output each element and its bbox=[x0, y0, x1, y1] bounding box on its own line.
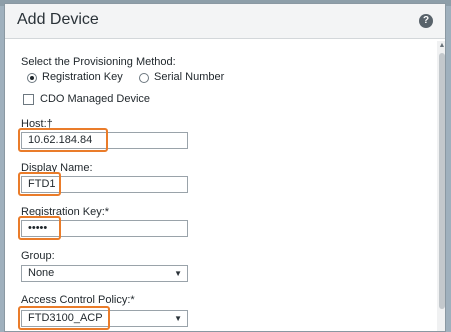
radio-serial-number-label[interactable]: Serial Number bbox=[154, 71, 224, 83]
vertical-scrollbar[interactable]: ▲ bbox=[437, 41, 445, 331]
group-select[interactable]: None ▼ bbox=[21, 265, 188, 282]
group-select-value: None bbox=[28, 267, 55, 279]
provisioning-method-label: Select the Provisioning Method: bbox=[21, 56, 176, 68]
display-name-label: Display Name: bbox=[21, 162, 93, 174]
cdo-managed-checkbox[interactable] bbox=[23, 94, 34, 105]
radio-registration-key-label[interactable]: Registration Key bbox=[42, 71, 123, 83]
chevron-down-icon: ▼ bbox=[174, 314, 182, 323]
access-control-policy-label: Access Control Policy:* bbox=[21, 294, 135, 306]
cdo-managed-label[interactable]: CDO Managed Device bbox=[40, 93, 150, 105]
display-name-input[interactable]: FTD1 bbox=[21, 176, 188, 193]
registration-key-input[interactable]: ••••• bbox=[21, 220, 188, 237]
group-label: Group: bbox=[21, 250, 55, 262]
dialog-body: Select the Provisioning Method: Registra… bbox=[5, 39, 435, 331]
host-label: Host:† bbox=[21, 118, 53, 130]
registration-key-label: Registration Key:* bbox=[21, 206, 110, 218]
scroll-up-icon[interactable]: ▲ bbox=[437, 41, 445, 51]
dialog-header: Add Device ? bbox=[5, 4, 445, 39]
help-icon[interactable]: ? bbox=[419, 14, 433, 28]
access-control-policy-select[interactable]: FTD3100_ACP ▼ bbox=[21, 310, 188, 327]
scrollbar-thumb[interactable] bbox=[439, 53, 445, 309]
radio-registration-key[interactable] bbox=[27, 73, 37, 83]
add-device-dialog: Add Device ? Select the Provisioning Met… bbox=[4, 3, 446, 332]
host-input[interactable]: 10.62.184.84 bbox=[21, 132, 188, 149]
chevron-down-icon: ▼ bbox=[174, 269, 182, 278]
radio-serial-number[interactable] bbox=[139, 73, 149, 83]
dialog-title: Add Device bbox=[17, 11, 99, 28]
access-control-policy-value: FTD3100_ACP bbox=[28, 312, 103, 324]
